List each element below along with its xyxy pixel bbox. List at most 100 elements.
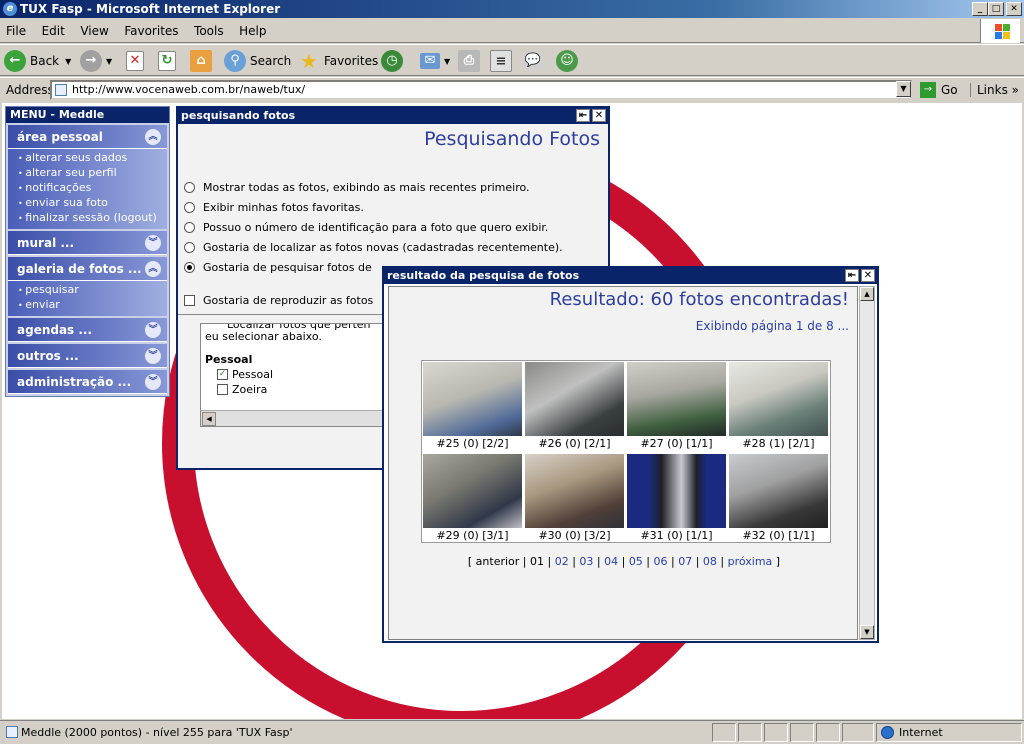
photo-image[interactable] bbox=[627, 454, 726, 528]
photo-thumbnail[interactable]: #32 (0) [1/1] bbox=[728, 453, 829, 544]
menu-view[interactable]: View bbox=[74, 19, 114, 38]
photo-thumbnail[interactable]: #28 (1) [2/1] bbox=[728, 361, 829, 452]
menu-section-mural[interactable]: mural ... ︾ bbox=[8, 231, 167, 255]
restore-icon[interactable]: ⇤ bbox=[845, 269, 859, 282]
pager-page-link[interactable]: 02 bbox=[555, 555, 569, 568]
pager-next[interactable]: próxima bbox=[728, 555, 773, 568]
radio-button[interactable] bbox=[184, 202, 195, 213]
address-dropdown-button[interactable]: ▼ bbox=[896, 81, 911, 97]
chevron-down-icon[interactable]: ▼ bbox=[65, 57, 71, 66]
photo-caption[interactable]: #28 (1) [2/1] bbox=[728, 437, 829, 450]
address-input[interactable]: http://www.vocenaweb.com.br/naweb/tux/ bbox=[50, 80, 912, 100]
links-button[interactable]: Links » bbox=[970, 83, 1019, 97]
pager-page-link[interactable]: 05 bbox=[629, 555, 643, 568]
photo-image[interactable] bbox=[627, 362, 726, 436]
scroll-left-icon[interactable]: ◀ bbox=[202, 412, 216, 426]
photo-caption[interactable]: #26 (0) [2/1] bbox=[524, 437, 625, 450]
photo-caption[interactable]: #29 (0) [3/1] bbox=[422, 529, 523, 542]
pager-page-link[interactable]: 04 bbox=[604, 555, 618, 568]
search-button[interactable]: ⚲ Search bbox=[224, 49, 291, 73]
photo-image[interactable] bbox=[729, 454, 828, 528]
go-button[interactable]: → Go bbox=[920, 82, 958, 98]
history-button[interactable]: ◷ bbox=[381, 49, 407, 73]
photo-thumbnail[interactable]: #31 (0) [1/1] bbox=[626, 453, 727, 544]
mail-button[interactable]: ✉ ▼ bbox=[420, 49, 450, 73]
radio-button[interactable] bbox=[184, 182, 195, 193]
radio-button-selected[interactable] bbox=[184, 262, 195, 273]
chevron-down-icon[interactable]: ▼ bbox=[444, 57, 450, 66]
menu-section-area-pessoal[interactable]: área pessoal ︽ bbox=[8, 125, 167, 149]
photo-caption[interactable]: #32 (0) [1/1] bbox=[728, 529, 829, 542]
back-button[interactable]: ← Back ▼ bbox=[4, 49, 71, 73]
photo-image[interactable] bbox=[729, 362, 828, 436]
chevron-up-icon[interactable]: ︽ bbox=[145, 129, 161, 145]
close-icon[interactable]: ✕ bbox=[861, 269, 875, 282]
menu-favorites[interactable]: Favorites bbox=[118, 19, 184, 38]
print-button[interactable]: ⎙ bbox=[458, 49, 484, 73]
search-option-search[interactable]: Gostaria de pesquisar fotos de bbox=[184, 261, 372, 274]
category-zoeira[interactable]: Zoeira bbox=[217, 383, 267, 396]
pager-page-link[interactable]: 03 bbox=[579, 555, 593, 568]
restore-icon[interactable]: ⇤ bbox=[576, 109, 590, 122]
chevron-up-icon[interactable]: ︽ bbox=[145, 261, 161, 277]
photo-image[interactable] bbox=[423, 362, 522, 436]
photo-thumbnail[interactable]: #30 (0) [3/2] bbox=[524, 453, 625, 544]
category-pessoal[interactable]: ✓ Pessoal bbox=[217, 368, 273, 381]
menu-section-galeria[interactable]: galeria de fotos ... ︽ bbox=[8, 257, 167, 281]
photo-thumbnail[interactable]: #26 (0) [2/1] bbox=[524, 361, 625, 452]
search-option-id[interactable]: Possuo o número de identificação para a … bbox=[184, 221, 548, 234]
menu-item-pesquisar[interactable]: pesquisar bbox=[18, 283, 167, 298]
photo-caption[interactable]: #25 (0) [2/2] bbox=[422, 437, 523, 450]
photo-caption[interactable]: #31 (0) [1/1] bbox=[626, 529, 727, 542]
results-scrollbar[interactable]: ▲ ▼ bbox=[859, 286, 875, 640]
refresh-button[interactable]: ↻ bbox=[158, 49, 180, 73]
home-button[interactable]: ⌂ bbox=[190, 49, 216, 73]
pager-page-link[interactable]: 07 bbox=[678, 555, 692, 568]
photo-caption[interactable]: #27 (0) [1/1] bbox=[626, 437, 727, 450]
checkbox[interactable] bbox=[184, 295, 195, 306]
menu-section-administracao[interactable]: administração ... ︾ bbox=[8, 370, 167, 394]
photo-image[interactable] bbox=[525, 362, 624, 436]
photo-caption[interactable]: #30 (0) [3/2] bbox=[524, 529, 625, 542]
chevron-down-icon[interactable]: ▼ bbox=[106, 57, 112, 66]
favorites-button[interactable]: ★ Favorites bbox=[298, 49, 378, 73]
stop-button[interactable]: ✕ bbox=[126, 49, 148, 73]
discuss-button[interactable]: 💬 bbox=[522, 49, 548, 73]
maximize-button[interactable]: □ bbox=[988, 2, 1004, 16]
menu-item-enviar[interactable]: enviar bbox=[18, 298, 167, 313]
horizontal-scrollbar[interactable]: ◀ bbox=[201, 410, 389, 426]
forward-button[interactable]: → ▼ bbox=[80, 49, 112, 73]
scroll-down-icon[interactable]: ▼ bbox=[860, 625, 874, 639]
category-list-box[interactable]: Localizar fotos que perten eu selecionar… bbox=[200, 323, 390, 427]
menu-item-alterar-dados[interactable]: alterar seus dados bbox=[18, 151, 167, 166]
menu-section-agendas[interactable]: agendas ... ︾ bbox=[8, 318, 167, 342]
menu-help[interactable]: Help bbox=[233, 19, 272, 38]
checkbox[interactable] bbox=[217, 384, 228, 395]
menu-section-outros[interactable]: outros ... ︾ bbox=[8, 344, 167, 368]
chevron-down-icon[interactable]: ︾ bbox=[145, 235, 161, 251]
close-icon[interactable]: ✕ bbox=[592, 109, 606, 122]
pager-page-link[interactable]: 08 bbox=[703, 555, 717, 568]
chevron-down-icon[interactable]: ︾ bbox=[145, 322, 161, 338]
photo-image[interactable] bbox=[423, 454, 522, 528]
photo-image[interactable] bbox=[525, 454, 624, 528]
messenger-button[interactable]: ☺ bbox=[556, 49, 582, 73]
menu-item-notificacoes[interactable]: notificações bbox=[18, 181, 167, 196]
photo-thumbnail[interactable]: #27 (0) [1/1] bbox=[626, 361, 727, 452]
close-button[interactable]: ✕ bbox=[1006, 2, 1022, 16]
scroll-up-icon[interactable]: ▲ bbox=[860, 287, 874, 301]
reproduce-photos-checkbox[interactable]: Gostaria de reproduzir as fotos bbox=[184, 294, 373, 307]
menu-item-enviar-foto[interactable]: enviar sua foto bbox=[18, 196, 167, 211]
search-option-all[interactable]: Mostrar todas as fotos, exibindo as mais… bbox=[184, 181, 530, 194]
menu-item-logout[interactable]: finalizar sessão (logout) bbox=[18, 211, 167, 226]
menu-edit[interactable]: Edit bbox=[36, 19, 71, 38]
search-option-favorites[interactable]: Exibir minhas fotos favoritas. bbox=[184, 201, 364, 214]
chevron-down-icon[interactable]: ︾ bbox=[145, 348, 161, 364]
photo-thumbnail[interactable]: #25 (0) [2/2] bbox=[422, 361, 523, 452]
chevron-down-icon[interactable]: ︾ bbox=[145, 374, 161, 390]
edit-button[interactable]: ≡ bbox=[490, 49, 516, 73]
menu-tools[interactable]: Tools bbox=[188, 19, 230, 38]
menu-file[interactable]: File bbox=[0, 19, 32, 38]
photo-thumbnail[interactable]: #29 (0) [3/1] bbox=[422, 453, 523, 544]
minimize-button[interactable]: _ bbox=[972, 2, 988, 16]
